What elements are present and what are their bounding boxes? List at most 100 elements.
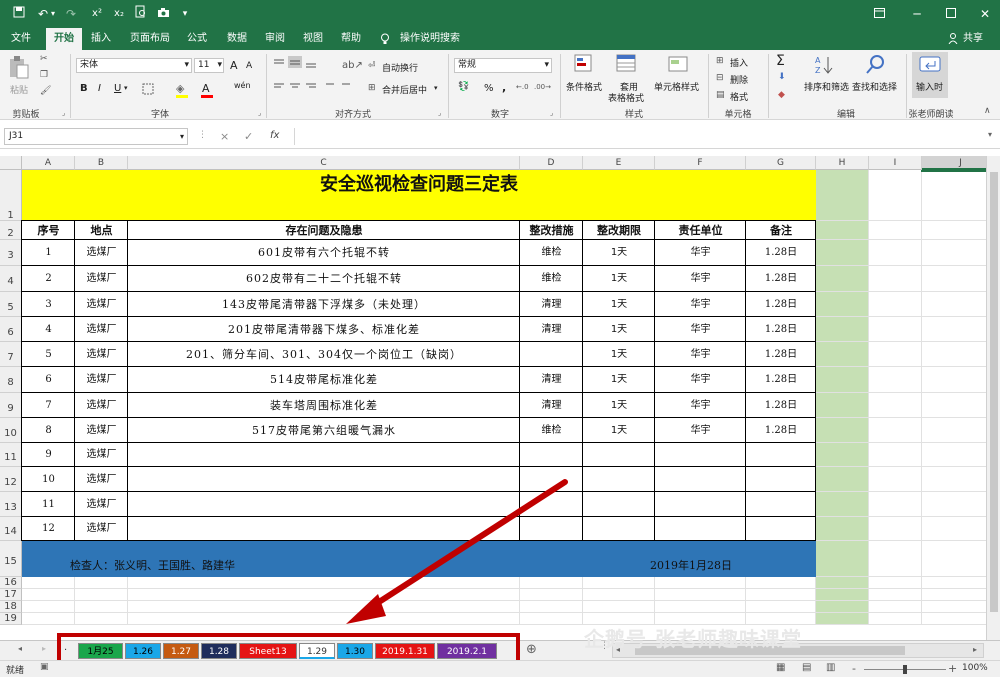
- zoom-level[interactable]: 100%: [962, 663, 988, 673]
- number-launcher-icon[interactable]: ⌟: [550, 109, 553, 117]
- camera-icon[interactable]: [154, 5, 172, 23]
- subscript-icon[interactable]: x₂: [110, 5, 128, 23]
- horizontal-scrollbar[interactable]: ◂ ▸: [612, 643, 984, 658]
- table-cell[interactable]: [583, 467, 655, 492]
- table-cell[interactable]: 选煤厂: [75, 517, 128, 541]
- vertical-scrollbar[interactable]: [986, 156, 1000, 640]
- inspection-date[interactable]: 2019年1月28日: [650, 557, 732, 575]
- tell-me-search[interactable]: 操作说明搜索: [398, 28, 462, 50]
- macro-record-icon[interactable]: ▣: [40, 662, 49, 672]
- table-cell[interactable]: 9: [22, 443, 75, 467]
- table-cell[interactable]: [655, 467, 746, 492]
- tab-review[interactable]: 审阅: [260, 28, 290, 50]
- table-cell[interactable]: 选煤厂: [75, 266, 128, 292]
- row-header[interactable]: 8: [0, 367, 22, 393]
- table-cell[interactable]: 4: [22, 317, 75, 342]
- delete-cells-button[interactable]: 删除: [730, 73, 748, 86]
- grow-font-icon[interactable]: A: [230, 59, 238, 72]
- table-cell[interactable]: 1.28日: [746, 292, 816, 317]
- table-cell[interactable]: 华宇: [655, 367, 746, 393]
- table-cell[interactable]: 514皮带尾标准化差: [128, 367, 520, 393]
- row-header[interactable]: 19: [0, 613, 22, 625]
- tab-formulas[interactable]: 公式: [182, 28, 212, 50]
- select-all-corner[interactable]: [0, 156, 22, 170]
- tab-page-layout[interactable]: 页面布局: [126, 28, 174, 50]
- column-header[interactable]: F: [655, 156, 746, 170]
- table-cell[interactable]: 选煤厂: [75, 467, 128, 492]
- column-header[interactable]: B: [75, 156, 128, 170]
- table-cell[interactable]: 选煤厂: [75, 492, 128, 517]
- redo-icon[interactable]: ↷: [62, 5, 80, 23]
- border-icon[interactable]: [142, 83, 154, 98]
- percent-button[interactable]: %: [484, 83, 494, 94]
- table-header-cell[interactable]: 存在问题及隐患: [128, 221, 520, 240]
- row-header[interactable]: 9: [0, 393, 22, 418]
- table-cell[interactable]: 选煤厂: [75, 292, 128, 317]
- table-cell[interactable]: [746, 492, 816, 517]
- table-header-cell[interactable]: 地点: [75, 221, 128, 240]
- phonetic-icon[interactable]: wén: [234, 81, 251, 90]
- table-cell[interactable]: 1.28日: [746, 266, 816, 292]
- expand-formula-icon[interactable]: ▾: [988, 130, 992, 139]
- comma-button[interactable]: ,: [502, 81, 506, 94]
- table-cell[interactable]: 1.28日: [746, 317, 816, 342]
- table-cell[interactable]: [583, 492, 655, 517]
- tab-home[interactable]: 开始: [46, 28, 82, 50]
- row-header[interactable]: 7: [0, 342, 22, 367]
- font-name-combo[interactable]: 宋体 ▾: [76, 58, 192, 73]
- number-format-combo[interactable]: 常规 ▾: [454, 58, 552, 73]
- table-header-cell[interactable]: 整改措施: [520, 221, 583, 240]
- sheet-title[interactable]: 安全巡视检查问题三定表: [22, 170, 816, 200]
- table-cell[interactable]: 601皮带有六个托辊不转: [128, 240, 520, 266]
- table-cell[interactable]: 602皮带有二十二个托辊不转: [128, 266, 520, 292]
- row-header[interactable]: 2: [0, 221, 22, 240]
- print-preview-icon[interactable]: [132, 5, 150, 23]
- table-cell[interactable]: 1天: [583, 393, 655, 418]
- merge-dropdown-icon[interactable]: ▾: [434, 84, 438, 92]
- row-header[interactable]: 3: [0, 240, 22, 266]
- tab-view[interactable]: 视图: [298, 28, 328, 50]
- table-cell[interactable]: 华宇: [655, 266, 746, 292]
- table-cell[interactable]: [655, 443, 746, 467]
- paste-button[interactable]: 粘贴: [10, 83, 28, 96]
- insert-cells-icon[interactable]: ⊞: [716, 56, 724, 66]
- table-cell[interactable]: 维检: [520, 240, 583, 266]
- find-select-icon[interactable]: [864, 54, 886, 79]
- table-cell[interactable]: 3: [22, 292, 75, 317]
- table-cell[interactable]: 维检: [520, 266, 583, 292]
- table-cell[interactable]: 201皮带尾清带器下煤多、标准化差: [128, 317, 520, 342]
- paste-icon[interactable]: [8, 55, 32, 79]
- table-cell[interactable]: 8: [22, 418, 75, 443]
- row-header[interactable]: 1: [0, 170, 22, 221]
- name-box[interactable]: J31 ▾: [4, 128, 188, 145]
- increase-decimal-icon[interactable]: ←.0: [516, 83, 529, 91]
- hscroll-left-icon[interactable]: ◂: [616, 645, 620, 654]
- column-header[interactable]: H: [816, 156, 869, 170]
- page-break-view-icon[interactable]: ▥: [826, 662, 835, 673]
- table-cell[interactable]: 选煤厂: [75, 367, 128, 393]
- table-cell[interactable]: 6: [22, 367, 75, 393]
- table-cell[interactable]: 201、筛分车间、301、304仅一个岗位工（缺岗）: [128, 342, 520, 367]
- table-cell[interactable]: 1天: [583, 266, 655, 292]
- format-painter-icon[interactable]: 🖌: [40, 86, 51, 96]
- collapse-ribbon-icon[interactable]: ∧: [984, 106, 991, 116]
- table-cell[interactable]: 1.28日: [746, 418, 816, 443]
- row-header[interactable]: 14: [0, 517, 22, 541]
- table-cell[interactable]: 1.28日: [746, 393, 816, 418]
- table-cell[interactable]: 517皮带尾第六组暖气漏水: [128, 418, 520, 443]
- share-button[interactable]: 共享: [960, 28, 986, 50]
- table-cell[interactable]: 华宇: [655, 292, 746, 317]
- currency-icon[interactable]: 💱: [458, 82, 469, 92]
- zoom-in-button[interactable]: +: [948, 662, 957, 675]
- table-header-cell[interactable]: 备注: [746, 221, 816, 240]
- merge-center-button[interactable]: 合并后居中: [382, 83, 427, 96]
- formula-input[interactable]: [294, 128, 986, 145]
- tab-help[interactable]: 帮助: [336, 28, 366, 50]
- table-cell[interactable]: 10: [22, 467, 75, 492]
- merge-icon[interactable]: ⊞: [368, 83, 376, 93]
- speak-on-enter-button[interactable]: 输入时: [912, 52, 948, 98]
- close-icon[interactable]: ✕: [974, 5, 996, 23]
- row-header[interactable]: 6: [0, 317, 22, 342]
- table-cell[interactable]: 1天: [583, 292, 655, 317]
- table-cell[interactable]: 143皮带尾清带器下浮煤多（未处理）: [128, 292, 520, 317]
